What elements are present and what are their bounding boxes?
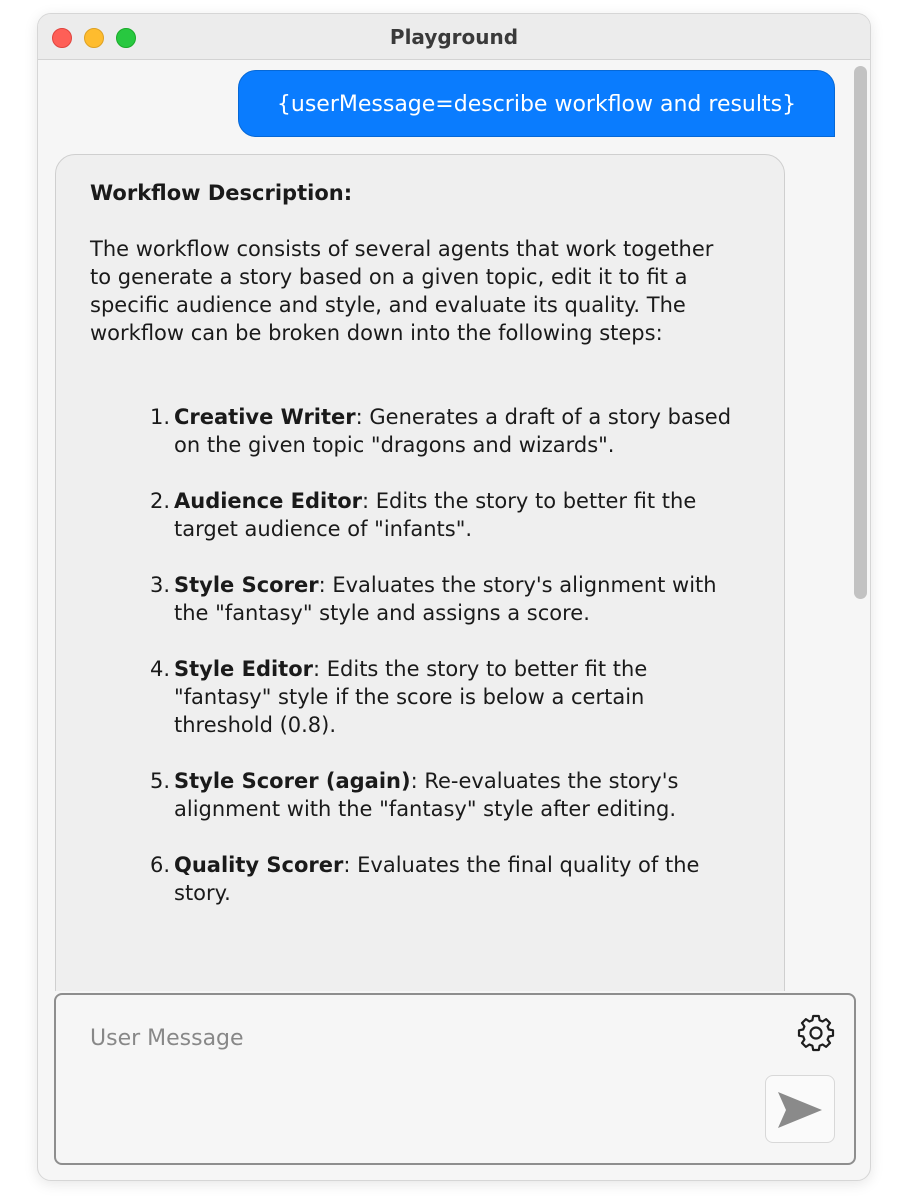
- step-name: Audience Editor: [174, 489, 363, 513]
- step-number: 4.: [149, 657, 170, 681]
- step-name: Style Editor: [174, 657, 314, 681]
- step-name: Creative Writer: [174, 405, 356, 429]
- step-name: Style Scorer (again): [174, 769, 411, 793]
- workflow-step: 1. Creative Writer: Generates a draft of …: [90, 403, 740, 459]
- chat-scrollbar-thumb[interactable]: [854, 66, 867, 599]
- window-title: Playground: [389, 25, 519, 49]
- send-icon: [778, 1092, 822, 1128]
- workflow-step: 2. Audience Editor: Edits the story to be…: [90, 487, 740, 543]
- assistant-message-bubble: Workflow Description: The workflow consi…: [55, 154, 785, 991]
- workflow-step: 4. Style Editor: Edits the story to bette…: [90, 655, 740, 739]
- workflow-step: 5. Style Scorer (again): Re-evaluates the…: [90, 767, 740, 823]
- workflow-step: 3. Style Scorer: Evaluates the story's al…: [90, 571, 740, 627]
- user-message-input[interactable]: [90, 1021, 770, 1055]
- workflow-steps-list: 1. Creative Writer: Generates a draft of …: [90, 403, 754, 907]
- gear-icon[interactable]: [796, 1013, 836, 1053]
- message-composer: [54, 993, 856, 1165]
- step-number: 2.: [149, 489, 170, 513]
- chat-transcript[interactable]: {userMessage=describe workflow and resul…: [38, 61, 852, 991]
- step-name: Quality Scorer: [174, 853, 344, 877]
- workflow-step: 6. Quality Scorer: Evaluates the final qu…: [90, 851, 740, 907]
- step-name: Style Scorer: [174, 573, 319, 597]
- step-number: 5.: [149, 769, 170, 793]
- step-number: 1.: [149, 405, 170, 429]
- send-button[interactable]: [765, 1075, 835, 1143]
- title-bar[interactable]: Playground: [38, 14, 870, 60]
- assistant-heading: Workflow Description:: [90, 181, 353, 205]
- playground-window: Playground {userMessage=describe workflo…: [37, 13, 871, 1181]
- step-number: 3.: [149, 573, 170, 597]
- assistant-intro: The workflow consists of several agents …: [90, 237, 714, 345]
- step-number: 6.: [149, 853, 170, 877]
- user-message-bubble: {userMessage=describe workflow and resul…: [238, 70, 835, 137]
